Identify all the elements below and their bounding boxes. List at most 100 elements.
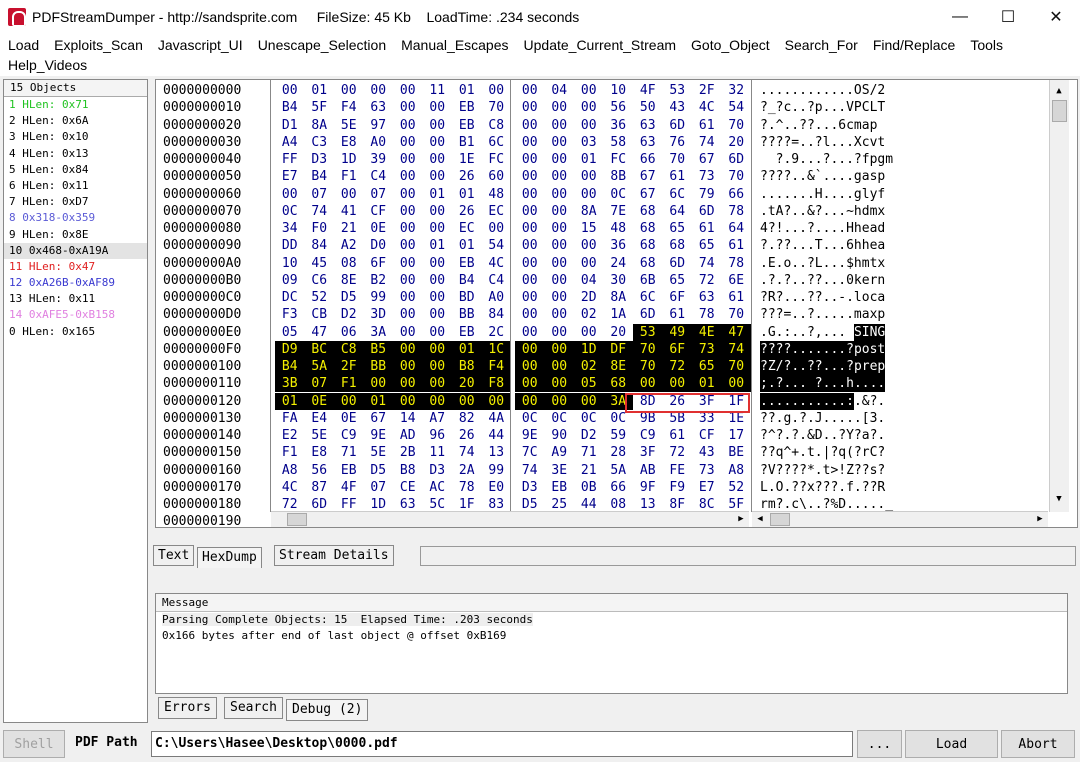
hex-byte[interactable]: C9 [334,427,364,444]
hex-byte[interactable]: 9E [364,427,394,444]
hex-byte[interactable]: 60 [482,168,512,185]
hex-byte[interactable]: 71 [574,444,604,461]
hex-byte[interactable]: 00 [515,117,545,134]
hex-byte[interactable]: 02 [574,306,604,323]
hex-byte[interactable]: 01 [305,82,335,99]
hex-byte[interactable]: 5E [334,117,364,134]
hex-byte[interactable]: 07 [364,479,394,496]
hex-byte[interactable]: 00 [544,392,574,410]
hex-byte[interactable]: 00 [422,375,452,393]
hex-byte[interactable]: AB [633,462,663,479]
hex-byte[interactable]: 66 [604,479,634,496]
hex-byte[interactable]: 74 [515,462,545,479]
hex-byte[interactable]: 43 [692,444,722,461]
hex-byte[interactable]: 49 [662,323,692,341]
hex-byte[interactable]: 68 [633,237,663,254]
hex-byte[interactable]: 6D [663,255,693,272]
hex-byte[interactable]: 73 [692,462,722,479]
hex-byte[interactable]: 6C [482,134,512,151]
hex-byte[interactable]: 00 [393,186,423,203]
hex-byte[interactable]: 6D [722,151,752,168]
hex-byte[interactable]: 00 [545,306,575,323]
hex-ascii[interactable]: ????.......?post [760,340,886,358]
hex-byte[interactable]: EC [452,220,482,237]
hex-byte[interactable]: 00 [515,168,545,185]
hex-byte[interactable]: 54 [482,237,512,254]
hex-byte[interactable]: 70 [663,151,693,168]
hex-byte[interactable]: 01 [423,186,453,203]
hex-byte[interactable]: EB [545,479,575,496]
hex-byte[interactable]: 47 [721,323,751,341]
hex-byte[interactable]: 00 [423,289,453,306]
object-list-item[interactable]: 6 HLen: 0x11 [4,178,147,194]
hex-byte[interactable]: 68 [603,375,633,393]
hex-byte[interactable]: F1 [334,375,364,393]
object-list-item[interactable]: 13 HLen: 0x11 [4,291,147,307]
hex-byte[interactable]: 63 [633,134,663,151]
hex-byte[interactable]: 10 [604,82,634,99]
hex-byte[interactable]: 09 [275,272,305,289]
hex-byte[interactable]: 7E [604,203,634,220]
hex-byte[interactable]: F9 [663,479,693,496]
hex-byte[interactable]: C3 [305,134,335,151]
hex-ascii[interactable]: .tA?..&?...~hdmx [760,203,885,220]
hex-byte[interactable]: 0B [574,479,604,496]
hex-byte[interactable]: 00 [545,324,575,341]
hex-byte[interactable]: 61 [663,306,693,323]
hex-byte[interactable]: A8 [275,462,305,479]
hex-byte[interactable]: 6D [692,203,722,220]
hex-byte[interactable]: 00 [515,392,545,410]
hex-byte[interactable]: 00 [423,324,453,341]
hex-byte[interactable]: 00 [393,255,423,272]
maximize-button[interactable]: ☐ [984,0,1032,34]
hex-byte[interactable]: 78 [452,479,482,496]
hex-byte[interactable]: 5E [364,444,394,461]
hex-byte[interactable]: B5 [363,340,393,358]
hex-byte[interactable]: 00 [515,289,545,306]
hex-byte[interactable]: DD [275,237,305,254]
hex-byte[interactable]: F1 [275,444,305,461]
hex-byte[interactable]: 3B [275,375,305,393]
hex-byte[interactable]: 00 [364,82,394,99]
hex-byte[interactable]: C8 [334,340,364,358]
hex-byte[interactable]: 64 [722,220,752,237]
hex-byte[interactable]: 00 [574,99,604,116]
hex-byte[interactable]: 1C [481,340,511,358]
hex-byte[interactable]: 00 [423,99,453,116]
hex-byte[interactable]: 00 [393,358,423,375]
hex-byte[interactable]: 5F [305,99,335,116]
object-list-item[interactable]: 9 HLen: 0x8E [4,227,147,243]
hex-byte[interactable]: B8 [452,358,482,375]
hex-byte[interactable]: 8E [603,358,633,375]
hex-byte[interactable]: 01 [452,186,482,203]
object-list[interactable]: 15 Objects 1 HLen: 0x71 2 HLen: 0x6A 3 HLe… [3,79,148,723]
hex-byte[interactable]: 00 [515,151,545,168]
abort-button[interactable]: Abort [1001,730,1075,758]
hex-byte[interactable]: 1E [452,151,482,168]
hex-ascii[interactable]: ??.g.?.J.....[3. [760,410,885,427]
hex-byte[interactable]: 2C [482,324,512,341]
hex-ascii[interactable]: ?Z/?..??...?prep [760,358,886,375]
hex-byte[interactable]: 59 [604,427,634,444]
hex-ascii[interactable]: ............OS/2 [760,82,885,99]
ascii-horizontal-scrollbar[interactable]: ◀ ▶ [752,511,1048,527]
hex-byte[interactable]: 00 [393,392,423,410]
hex-ascii[interactable]: L.O.??x???.f.??R [760,479,885,496]
hex-byte[interactable]: 00 [393,324,423,341]
hex-byte[interactable]: D2 [334,306,364,323]
hex-byte[interactable]: 05 [574,375,604,393]
hex-byte[interactable]: 00 [574,168,604,185]
hex-byte[interactable]: EB [452,99,482,116]
hex-byte[interactable]: 61 [663,427,693,444]
shell-button[interactable]: Shell [3,730,65,758]
hex-byte[interactable]: 00 [515,82,545,99]
hex-byte[interactable]: 00 [515,255,545,272]
hex-byte[interactable]: 01 [574,151,604,168]
hex-byte[interactable]: 34 [275,220,305,237]
hex-byte[interactable]: FE [663,462,693,479]
hex-byte[interactable]: D5 [364,462,394,479]
hex-byte[interactable]: 24 [604,255,634,272]
hex-byte[interactable]: 00 [545,203,575,220]
object-list-item[interactable]: 11 HLen: 0x47 [4,259,147,275]
message-panel[interactable]: Message Parsing Complete Objects: 15 Ela… [155,593,1068,694]
